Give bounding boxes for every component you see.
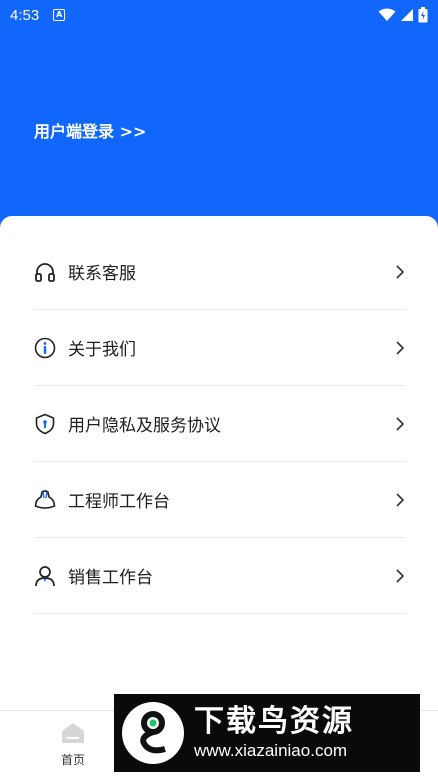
- wifi-icon: [378, 8, 396, 21]
- chevron-right-icon: [396, 569, 405, 583]
- watermark-text: 下载鸟资源 www.xiazainiao.com: [194, 704, 354, 762]
- menu-item-about-us[interactable]: 关于我们: [34, 310, 406, 386]
- info-icon: [34, 337, 56, 359]
- chevron-right-icon: [396, 341, 405, 355]
- menu-item-label: 联系客服: [68, 264, 136, 284]
- watermark-url: www.xiazainiao.com: [194, 741, 348, 760]
- chevron-right-icon: [396, 493, 405, 507]
- menu-card: 联系客服 关于我们 用户隐私及服务协议 工程师工作台 销售工作台: [0, 216, 438, 710]
- user-login-link[interactable]: 用户端登录 >>: [34, 118, 146, 142]
- menu-item-customer-service[interactable]: 联系客服: [34, 234, 406, 310]
- menu-item-privacy-agreement[interactable]: 用户隐私及服务协议: [34, 386, 406, 462]
- menu-item-label: 工程师工作台: [68, 492, 170, 512]
- chevron-right-icon: [396, 417, 405, 431]
- notification-icon: A: [53, 9, 66, 21]
- menu-item-engineer-workbench[interactable]: 工程师工作台: [34, 462, 406, 538]
- status-time: 4:53: [10, 6, 40, 24]
- menu-list: 联系客服 关于我们 用户隐私及服务协议 工程师工作台 销售工作台: [34, 234, 406, 614]
- engineer-icon: [34, 489, 56, 511]
- signal-icon: [401, 9, 413, 21]
- home-icon: [62, 723, 84, 743]
- menu-item-label: 销售工作台: [68, 568, 153, 588]
- menu-item-label: 用户隐私及服务协议: [68, 416, 221, 436]
- status-bar: 4:53 A: [0, 0, 438, 30]
- watermark-logo-icon: [122, 702, 184, 764]
- tab-home[interactable]: 首页: [48, 721, 98, 777]
- status-left: 4:53 A: [10, 6, 66, 24]
- battery-icon: [418, 7, 428, 23]
- chevron-right-icon: [396, 265, 405, 279]
- tab-home-label: 首页: [60, 753, 85, 767]
- watermark-banner: 下载鸟资源 www.xiazainiao.com: [114, 694, 420, 772]
- shield-icon: [34, 413, 56, 435]
- status-right: [378, 7, 428, 23]
- headset-icon: [34, 261, 56, 283]
- person-icon: [34, 565, 56, 587]
- watermark-title: 下载鸟资源: [194, 704, 354, 739]
- menu-item-label: 关于我们: [68, 340, 136, 360]
- menu-item-sales-workbench[interactable]: 销售工作台: [34, 538, 406, 614]
